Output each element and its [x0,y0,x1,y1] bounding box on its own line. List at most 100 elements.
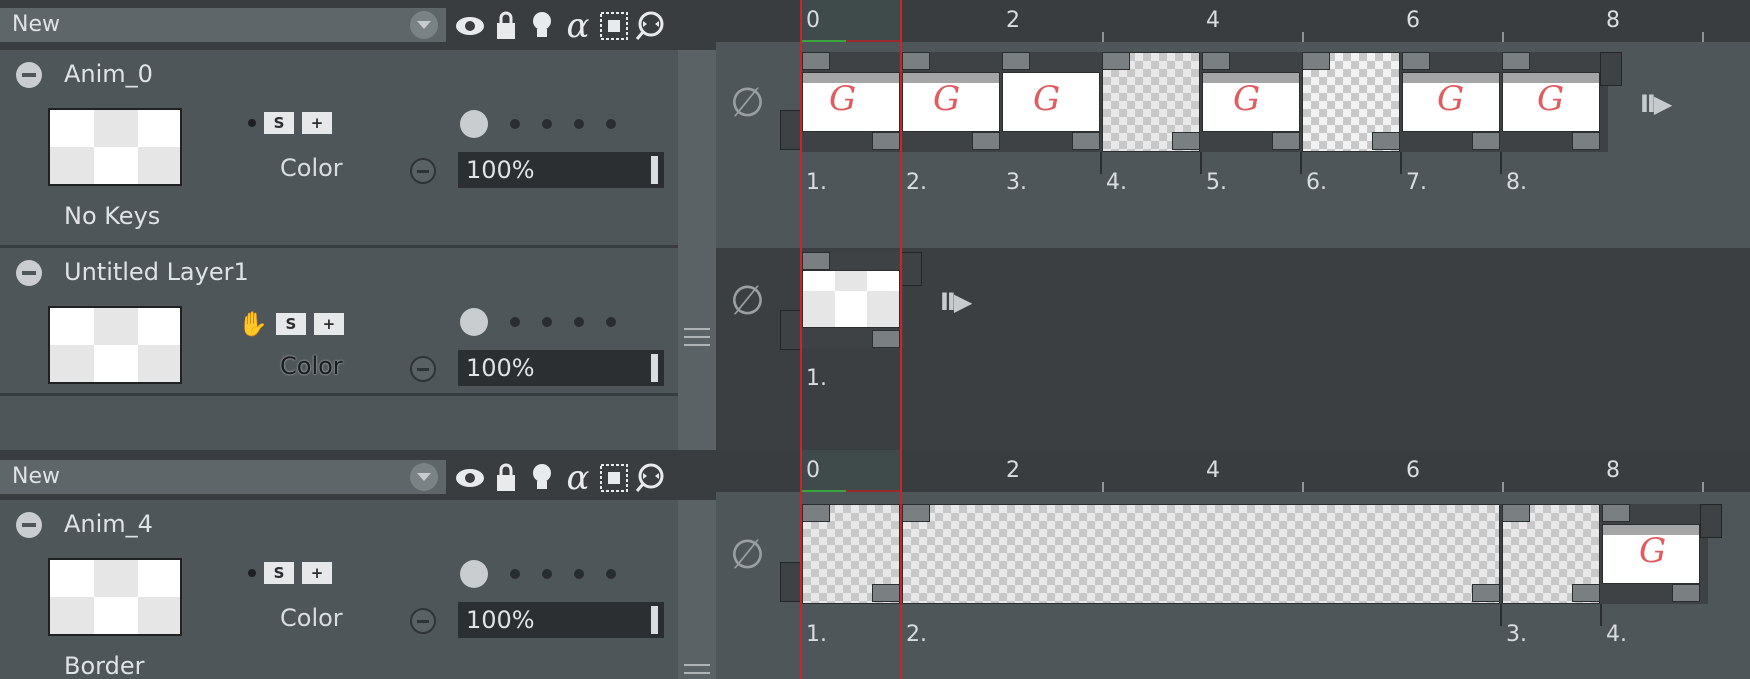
cel-handle[interactable] [802,504,830,522]
cel-start-handle[interactable] [780,310,802,350]
cel-frame-4[interactable]: G [1602,524,1700,584]
keyframe-dot[interactable] [510,119,520,129]
extend-icon[interactable]: II▶ [1640,90,1672,118]
alpha-icon[interactable]: α [562,6,594,46]
layer-row-untitled1[interactable]: Untitled Layer1 ✋ S + Color 100% [0,248,678,396]
keyframe-dot[interactable] [542,317,552,327]
mask-select-icon[interactable] [598,10,630,42]
collapse-button[interactable] [16,260,42,286]
keyframe-dot[interactable] [542,569,552,579]
collapse-button[interactable] [16,62,42,88]
swap-icon[interactable]: S [264,112,294,134]
eye-icon[interactable] [454,462,486,494]
cel-frame-1[interactable]: G [802,72,900,132]
add-frame-icon[interactable]: + [313,313,344,335]
cel-handle[interactable] [1402,52,1430,70]
cel-handle[interactable] [802,252,830,270]
group2-scrollbar[interactable] [678,500,716,679]
opacity-field[interactable]: 100% [458,602,664,638]
cel-end-handle[interactable] [1600,52,1622,86]
cel-handle[interactable] [1272,132,1300,150]
cel-handle[interactable] [1572,584,1600,602]
keyframe-dot[interactable] [460,308,488,336]
swap-icon[interactable]: S [275,313,306,335]
cel-handle[interactable] [1472,132,1500,150]
layer-name[interactable]: Untitled Layer1 [64,258,249,286]
cel-frame-2[interactable] [902,504,1500,604]
cel-frame-5[interactable]: G [1202,72,1300,132]
cel-handle[interactable] [1502,504,1530,522]
cel-handle[interactable] [1672,584,1700,602]
cel-handle[interactable] [872,584,900,602]
keyframe-dot[interactable] [574,317,584,327]
cel-frame-8[interactable]: G [1502,72,1600,132]
hand-icon[interactable]: ✋ [238,310,268,338]
keyframe-dot[interactable] [510,569,520,579]
group2-ruler[interactable]: 0 2 4 6 8 [716,450,1750,496]
cel-handle[interactable] [902,504,930,522]
layer-row-anim0[interactable]: Anim_0 S + Color 100% No Keys [0,50,678,248]
opacity-field[interactable]: 100% [458,152,664,188]
layer-row-anim4[interactable]: Anim_4 S + Color 100% Border [0,500,678,679]
cel-start-handle[interactable] [780,562,802,602]
null-icon[interactable]: ∅ [730,532,765,578]
cel-handle[interactable] [902,52,930,70]
keyframe-dot[interactable] [510,317,520,327]
keyframe-dot[interactable] [574,569,584,579]
cel-handle[interactable] [1502,52,1530,70]
cel-end-handle[interactable] [900,252,922,286]
cel-frame-3[interactable]: G [1002,72,1100,132]
playhead-end-line[interactable] [900,0,902,679]
collapse-button[interactable] [16,512,42,538]
cel-handle[interactable] [1072,132,1100,150]
cel-handle[interactable] [1602,504,1630,522]
null-icon[interactable]: ∅ [730,278,765,324]
lightbulb-icon[interactable] [526,10,558,42]
color-reset-button[interactable] [410,356,436,382]
onion-skin-icon[interactable] [634,462,666,494]
cel-end-handle[interactable] [1700,504,1722,538]
color-reset-button[interactable] [410,158,436,184]
cel-frame-7[interactable]: G [1402,72,1500,132]
lock-icon[interactable] [490,462,522,494]
cel-handle[interactable] [1102,52,1130,70]
add-frame-icon[interactable]: + [302,562,332,584]
opacity-field[interactable]: 100% [458,350,664,386]
layer-name[interactable]: Anim_4 [64,510,153,538]
lock-icon[interactable] [490,10,522,42]
cel-handle[interactable] [1202,52,1230,70]
lightbulb-icon[interactable] [526,462,558,494]
cel-handle[interactable] [802,52,830,70]
cel-handle[interactable] [1372,132,1400,150]
keyframe-dot[interactable] [574,119,584,129]
cel-handle[interactable] [872,132,900,150]
menu-icon[interactable] [684,664,710,679]
cel-handle[interactable] [1572,132,1600,150]
mask-select-icon[interactable] [598,462,630,494]
cel-start-handle[interactable] [780,110,802,150]
swap-icon[interactable]: S [264,562,294,584]
menu-icon[interactable] [684,328,710,346]
cel-handle[interactable] [1172,132,1200,150]
cel-frame-1[interactable] [802,270,900,328]
group1-scrollbar[interactable] [678,50,716,450]
cel-handle[interactable] [1302,52,1330,70]
cel-handle[interactable] [1472,584,1500,602]
cel-handle[interactable] [1002,52,1030,70]
add-frame-icon[interactable]: + [302,112,332,134]
alpha-icon[interactable]: α [562,458,594,498]
cel-frame-2[interactable]: G [902,72,1000,132]
keyframe-dot[interactable] [606,119,616,129]
eye-icon[interactable] [454,10,486,42]
group1-dropdown[interactable]: New [0,8,446,42]
group1-ruler[interactable]: 0 2 4 6 8 [716,0,1750,46]
layer-name[interactable]: Anim_0 [64,60,153,88]
group2-dropdown[interactable]: New [0,460,446,494]
keyframe-dot[interactable] [460,110,488,138]
keyframe-dot[interactable] [460,560,488,588]
cel-handle[interactable] [872,330,900,348]
playhead-start-line[interactable] [800,0,802,679]
extend-icon[interactable]: II▶ [940,288,972,316]
onion-skin-icon[interactable] [634,10,666,42]
null-icon[interactable]: ∅ [730,80,765,126]
